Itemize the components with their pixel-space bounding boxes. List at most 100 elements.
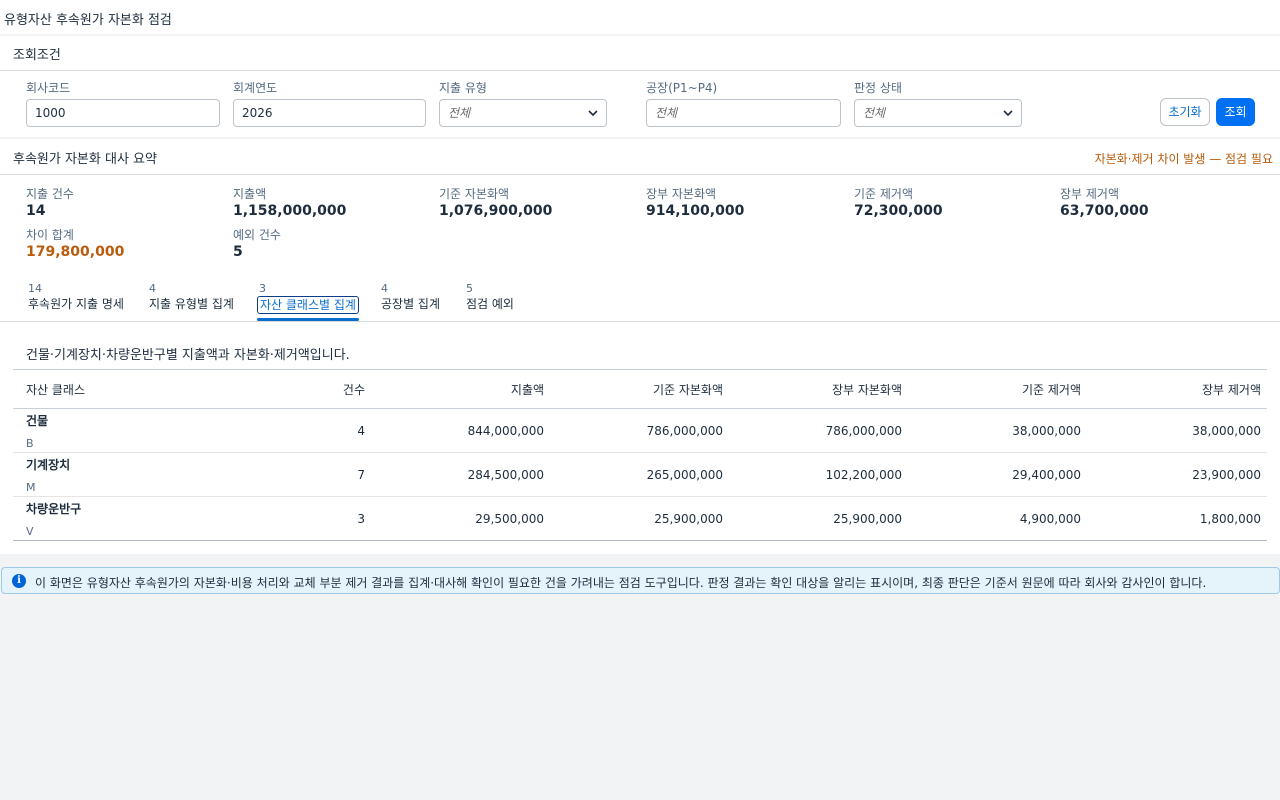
summary-section-header: 후속원가 자본화 대사 요약 [0,139,1280,175]
info-message-strip: i 이 화면은 유형자산 후속원가의 자본화·비용 처리와 교체 부분 제거 결… [1,567,1280,594]
asset-class-name: 기계장치 [26,457,71,472]
tab-exceptions[interactable]: 5 점검 예외 [464,282,516,312]
tab-content-panel: 건물·기계장치·차량운반구별 지출액과 자본화·제거액입니다. 자산 클래스 건… [0,322,1280,554]
column-header-expense[interactable]: 지출액 [371,369,550,409]
asset-class-cell: 차량운반구 V [13,496,245,541]
company-code-input[interactable]: 1000 [26,99,220,127]
tab-count: 5 [466,282,473,295]
column-header-book-capitalized[interactable]: 장부 자본화액 [729,369,908,409]
reset-button[interactable]: 초기화 [1160,98,1210,126]
expense-cell: 284,500,000 [371,452,550,497]
column-header-std-capitalized[interactable]: 기준 자본화액 [550,369,729,409]
book-capitalized-cell: 102,200,000 [729,452,908,497]
column-header-book-retired[interactable]: 장부 제거액 [1087,369,1267,409]
table-row[interactable]: 건물 B 4 844,000,000 786,000,000 786,000,0… [13,408,1267,453]
table-description: 건물·기계장치·차량운반구별 지출액과 자본화·제거액입니다. [26,348,350,363]
info-icon: i [12,574,26,588]
tab-label: 점검 예외 [466,297,514,311]
judgement-status-label: 판정 상태 [854,81,902,95]
variance-warning: 자본화·제거 차이 발생 — 점검 필요 [1094,152,1273,166]
asset-class-cell: 기계장치 M [13,452,245,497]
tab-count: 3 [259,282,266,295]
column-header-count[interactable]: 건수 [245,369,371,409]
filter-panel: 회사코드 1000 회계연도 2026 지출 유형 전체 공장(P1~P4) 전… [0,71,1280,137]
asset-class-code: B [26,436,34,450]
kpi-label: 기준 제거액 [854,187,914,201]
kpi-label: 지출 건수 [26,187,74,201]
kpi-label: 지출액 [233,187,267,201]
kpi-value: 1,158,000,000 [233,203,347,219]
tab-label: 후속원가 지출 명세 [28,297,124,311]
search-button[interactable]: 조회 [1216,98,1255,126]
active-tab-indicator [257,318,359,321]
tab-plant-summary[interactable]: 4 공장별 집계 [379,282,442,312]
kpi-value-variance: 179,800,000 [26,244,125,260]
table-row[interactable]: 기계장치 M 7 284,500,000 265,000,000 102,200… [13,452,1267,497]
filter-section-header: 조회조건 [0,36,1280,71]
tab-count: 4 [381,282,388,295]
kpi-value: 1,076,900,000 [439,203,553,219]
asset-class-code: M [26,480,36,494]
count-cell: 4 [245,408,371,453]
kpi-label: 차이 합계 [26,228,74,242]
kpi-label: 예외 건수 [233,228,281,242]
plant-label: 공장(P1~P4) [646,81,718,95]
tab-asset-class-summary[interactable]: 3 자산 클래스별 집계 [257,282,359,321]
book-retired-cell: 38,000,000 [1087,408,1267,453]
column-header-std-retired[interactable]: 기준 제거액 [908,369,1087,409]
expense-cell: 844,000,000 [371,408,550,453]
fiscal-year-input[interactable]: 2026 [233,99,426,127]
kpi-value: 5 [233,244,243,260]
asset-class-name: 건물 [26,413,49,428]
table-row[interactable]: 차량운반구 V 3 29,500,000 25,900,000 25,900,0… [13,496,1267,541]
book-retired-cell: 1,800,000 [1087,496,1267,541]
std-retired-cell: 4,900,000 [908,496,1087,541]
judgement-status-select[interactable]: 전체 [854,99,1022,127]
book-retired-cell: 23,900,000 [1087,452,1267,497]
asset-class-cell: 건물 B [13,408,245,453]
tab-label: 공장별 집계 [381,297,441,311]
info-message-text: 이 화면은 유형자산 후속원가의 자본화·비용 처리와 교체 부분 제거 결과를… [35,576,1207,590]
tab-expense-type-summary[interactable]: 4 지출 유형별 집계 [147,282,236,312]
column-header-asset-class[interactable]: 자산 클래스 [13,369,245,409]
tab-count: 4 [149,282,156,295]
book-capitalized-cell: 25,900,000 [729,496,908,541]
tab-bar: 14 후속원가 지출 명세 4 지출 유형별 집계 3 자산 클래스별 집계 4… [0,270,1280,322]
summary-panel: 지출 건수 14 지출액 1,158,000,000 기준 자본화액 1,076… [0,175,1280,270]
kpi-value: 914,100,000 [646,203,745,219]
kpi-label: 장부 제거액 [1060,187,1120,201]
summary-section-title: 후속원가 자본화 대사 요약 [13,152,157,167]
tab-label: 자산 클래스별 집계 [257,296,359,314]
kpi-label: 장부 자본화액 [646,187,717,201]
tab-expense-detail[interactable]: 14 후속원가 지출 명세 [26,282,126,312]
book-capitalized-cell: 786,000,000 [729,408,908,453]
app-title: 유형자산 후속원가 자본화 점검 [4,13,172,28]
filter-section-title: 조회조건 [13,48,61,63]
asset-class-code: V [26,524,34,538]
judgement-status-value: 전체 [863,106,886,120]
std-retired-cell: 38,000,000 [908,408,1087,453]
count-cell: 7 [245,452,371,497]
app-title-bar: 유형자산 후속원가 자본화 점검 [0,0,1280,34]
std-retired-cell: 29,400,000 [908,452,1087,497]
plant-input[interactable]: 전체 [646,99,841,127]
expense-type-label: 지출 유형 [439,81,487,95]
expense-type-select[interactable]: 전체 [439,99,607,127]
kpi-value: 14 [26,203,46,219]
tab-label: 지출 유형별 집계 [149,297,234,311]
chevron-down-icon [588,110,598,117]
kpi-label: 기준 자본화액 [439,187,510,201]
kpi-value: 63,700,000 [1060,203,1149,219]
tab-count: 14 [28,282,42,295]
asset-class-table: 자산 클래스 건수 지출액 기준 자본화액 장부 자본화액 기준 제거액 장부 … [13,369,1267,541]
fiscal-year-label: 회계연도 [233,81,278,95]
asset-class-name: 차량운반구 [26,501,82,516]
kpi-value: 72,300,000 [854,203,943,219]
std-capitalized-cell: 786,000,000 [550,408,729,453]
expense-type-value: 전체 [448,106,471,120]
std-capitalized-cell: 265,000,000 [550,452,729,497]
std-capitalized-cell: 25,900,000 [550,496,729,541]
expense-cell: 29,500,000 [371,496,550,541]
company-code-label: 회사코드 [26,81,71,95]
table-header-row: 자산 클래스 건수 지출액 기준 자본화액 장부 자본화액 기준 제거액 장부 … [13,369,1267,409]
